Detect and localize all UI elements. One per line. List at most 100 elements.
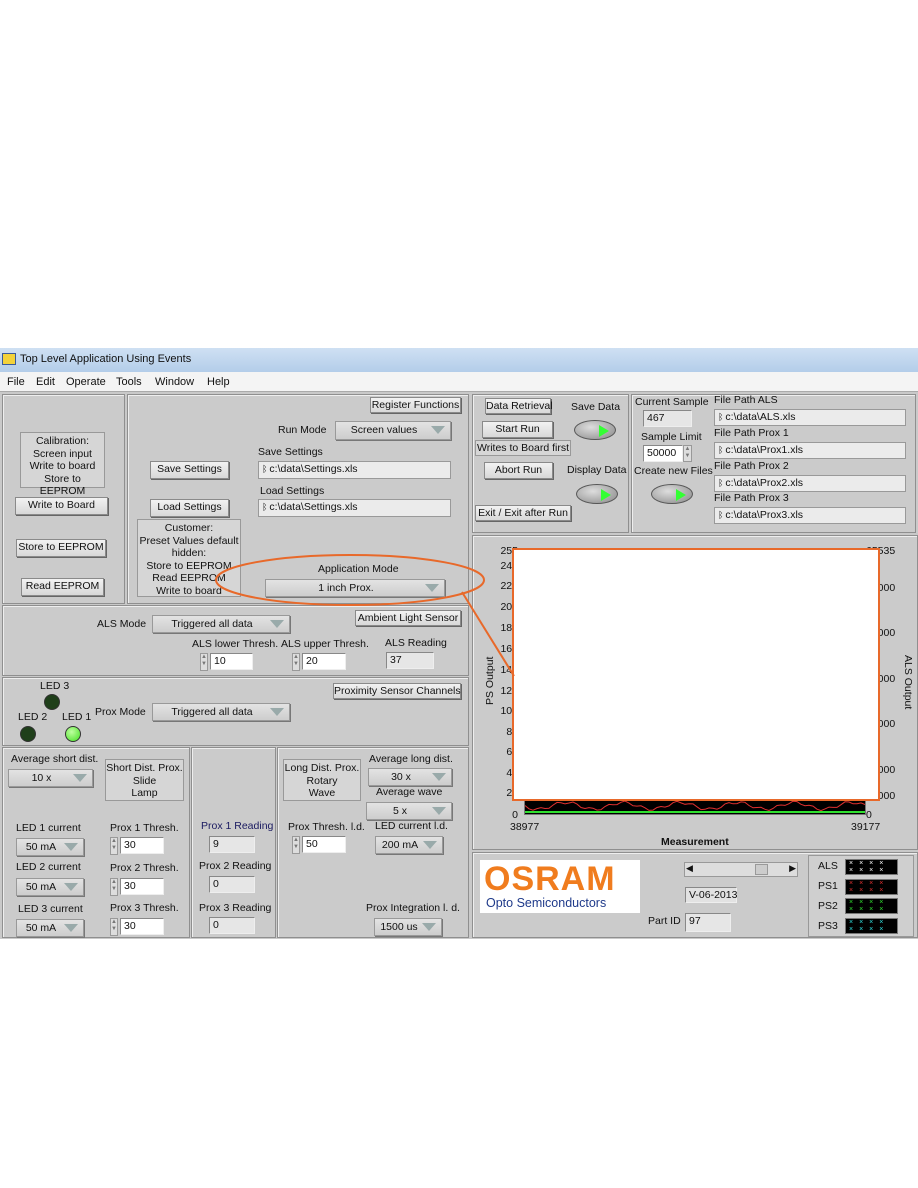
prox1-reading-label: Prox 1 Reading bbox=[201, 820, 274, 832]
dropdown-arrow-icon bbox=[270, 620, 284, 628]
legend-als-swatch[interactable]: ×××× ×××× bbox=[845, 859, 898, 875]
create-new-files-label: Create new Files bbox=[634, 465, 713, 477]
menu-edit[interactable]: Edit bbox=[36, 376, 55, 388]
load-settings-label: Load Settings bbox=[260, 485, 325, 497]
prox-thresh-ld-label: Prox Thresh. l.d. bbox=[288, 821, 365, 833]
led2-current-dropdown[interactable]: 50 mA bbox=[16, 878, 84, 896]
start-run-button[interactable]: Start Run bbox=[482, 421, 553, 438]
menu-bar: File Edit Operate Tools Window Help bbox=[0, 372, 918, 392]
als-output-axis-label: ALS Output bbox=[902, 655, 914, 710]
display-data-label: Display Data bbox=[567, 464, 627, 476]
legend-als-label: ALS bbox=[818, 860, 838, 872]
led-current-ld-dropdown[interactable]: 200 mA bbox=[375, 836, 443, 854]
file-path-prox2-value: c:\data\Prox2.xls bbox=[725, 477, 804, 489]
store-to-eeprom-button[interactable]: Store to EEPROM bbox=[16, 539, 106, 557]
prox1-reading-value: 9 bbox=[209, 836, 255, 853]
display-data-toggle[interactable] bbox=[576, 484, 618, 504]
scroll-thumb[interactable] bbox=[755, 864, 768, 875]
run-mode-dropdown[interactable]: Screen values bbox=[335, 421, 451, 440]
scroll-right-icon[interactable]: ▶ bbox=[789, 863, 796, 874]
average-wave-label: Average wave bbox=[376, 786, 443, 798]
abort-run-button[interactable]: Abort Run bbox=[484, 462, 553, 479]
ps1-series-line bbox=[525, 800, 865, 812]
led1-current-dropdown[interactable]: 50 mA bbox=[16, 838, 84, 856]
menu-operate[interactable]: Operate bbox=[66, 376, 106, 388]
data-retrieval-button[interactable]: Data Retrieval bbox=[485, 398, 553, 414]
legend-ps1-swatch[interactable]: ×××× ×××× bbox=[845, 879, 898, 895]
led3-current-dropdown[interactable]: 50 mA bbox=[16, 919, 84, 937]
als-upper-spinner[interactable]: ▲ ▼ bbox=[292, 653, 300, 671]
sample-limit-input[interactable]: 50000 bbox=[643, 445, 683, 462]
prox1-thresh-input[interactable]: 30 bbox=[120, 837, 164, 854]
save-data-label: Save Data bbox=[571, 401, 621, 413]
legend-ps2-swatch[interactable]: ×××× ×××× bbox=[845, 898, 898, 914]
prox1-thresh-spinner[interactable]: ▲ ▼ bbox=[110, 837, 118, 855]
prox-integration-ld-dropdown[interactable]: 1500 us bbox=[374, 918, 442, 936]
led3-indicator bbox=[44, 694, 60, 710]
file-path-prox1-input[interactable]: ᛒ c:\data\Prox1.xls bbox=[714, 442, 906, 459]
register-functions-button[interactable]: Register Functions bbox=[370, 397, 461, 413]
menu-help[interactable]: Help bbox=[207, 376, 230, 388]
read-eeprom-button[interactable]: Read EEPROM bbox=[21, 578, 104, 596]
save-data-toggle[interactable] bbox=[574, 420, 616, 440]
exit-button[interactable]: Exit / Exit after Run bbox=[475, 505, 571, 521]
prox3-thresh-input[interactable]: 30 bbox=[120, 918, 164, 935]
file-path-prox2-label: File Path Prox 2 bbox=[714, 460, 789, 472]
menu-window[interactable]: Window bbox=[155, 376, 194, 388]
als-mode-dropdown[interactable]: Triggered all data bbox=[152, 615, 290, 633]
average-long-dist-label: Average long dist. bbox=[369, 753, 453, 765]
write-to-board-button[interactable]: Write to Board bbox=[15, 497, 108, 515]
file-path-als-input[interactable]: ᛒ c:\data\ALS.xls bbox=[714, 409, 906, 426]
file-path-prox1-label: File Path Prox 1 bbox=[714, 427, 789, 439]
prox-thresh-ld-input[interactable]: 50 bbox=[302, 836, 346, 853]
dropdown-arrow-icon bbox=[64, 883, 78, 891]
prox-mode-label: Prox Mode bbox=[95, 706, 146, 718]
load-settings-path[interactable]: ᛒ c:\data\Settings.xls bbox=[258, 499, 451, 517]
average-short-dist-dropdown[interactable]: 10 x bbox=[8, 769, 93, 787]
save-settings-path[interactable]: ᛒ c:\data\Settings.xls bbox=[258, 461, 451, 479]
led-current-ld-value: 200 mA bbox=[381, 839, 419, 851]
average-short-dist-value: 10 x bbox=[31, 772, 52, 784]
prox3-reading-value: 0 bbox=[209, 917, 255, 934]
x-tick-start: 38977 bbox=[510, 821, 540, 833]
led1-label: LED 1 bbox=[62, 711, 92, 723]
als-lower-spinner[interactable]: ▲ ▼ bbox=[200, 653, 208, 671]
average-long-dist-dropdown[interactable]: 30 x bbox=[368, 768, 452, 786]
prox-mode-value: Triggered all data bbox=[171, 706, 253, 718]
legend-ps3-swatch[interactable]: ×××× ×××× bbox=[845, 918, 898, 934]
save-settings-path-value: c:\data\Settings.xls bbox=[269, 463, 358, 475]
prox2-thresh-input[interactable]: 30 bbox=[120, 878, 164, 895]
average-wave-dropdown[interactable]: 5 x bbox=[366, 802, 452, 820]
save-settings-label: Save Settings bbox=[258, 446, 323, 458]
dropdown-arrow-icon bbox=[422, 923, 436, 931]
dropdown-arrow-icon bbox=[431, 426, 445, 434]
sample-limit-spinner[interactable]: ▲ ▼ bbox=[683, 445, 692, 462]
scroll-left-icon[interactable]: ◀ bbox=[686, 863, 693, 874]
als-upper-thresh-label: ALS upper Thresh. bbox=[281, 638, 369, 650]
menu-tools[interactable]: Tools bbox=[116, 376, 142, 388]
create-new-files-toggle[interactable] bbox=[651, 484, 693, 504]
dropdown-arrow-icon bbox=[64, 843, 78, 851]
file-path-prox3-input[interactable]: ᛒ c:\data\Prox3.xls bbox=[714, 507, 906, 524]
osram-logo-text: OSRAM bbox=[484, 860, 616, 898]
graph-scrollbar[interactable]: ◀ ▶ bbox=[684, 862, 798, 877]
proximity-sensor-channels-button[interactable]: Proximity Sensor Channels bbox=[333, 683, 461, 699]
x-axis-label: Measurement bbox=[661, 836, 729, 848]
save-settings-button[interactable]: Save Settings bbox=[150, 461, 229, 479]
prox2-thresh-spinner[interactable]: ▲ ▼ bbox=[110, 878, 118, 896]
ambient-light-sensor-button[interactable]: Ambient Light Sensor bbox=[355, 610, 461, 626]
als-axis-tick: 0 bbox=[866, 809, 872, 821]
application-mode-dropdown[interactable]: 1 inch Prox. bbox=[265, 579, 445, 597]
load-settings-button[interactable]: Load Settings bbox=[150, 499, 229, 517]
prox3-thresh-spinner[interactable]: ▲ ▼ bbox=[110, 918, 118, 936]
prox-mode-dropdown[interactable]: Triggered all data bbox=[152, 703, 290, 721]
file-path-prox2-input[interactable]: ᛒ c:\data\Prox2.xls bbox=[714, 475, 906, 492]
prox-thresh-ld-spinner[interactable]: ▲ ▼ bbox=[292, 836, 300, 854]
als-lower-thresh-input[interactable]: 10 bbox=[210, 653, 253, 670]
als-upper-thresh-input[interactable]: 20 bbox=[302, 653, 346, 670]
led2-current-label: LED 2 current bbox=[16, 861, 81, 873]
menu-file[interactable]: File bbox=[7, 376, 25, 388]
short-dist-prox-note: Short Dist. Prox. Slide Lamp bbox=[105, 759, 184, 801]
window-title: Top Level Application Using Events bbox=[20, 353, 192, 365]
path-icon: ᛒ bbox=[718, 510, 724, 520]
